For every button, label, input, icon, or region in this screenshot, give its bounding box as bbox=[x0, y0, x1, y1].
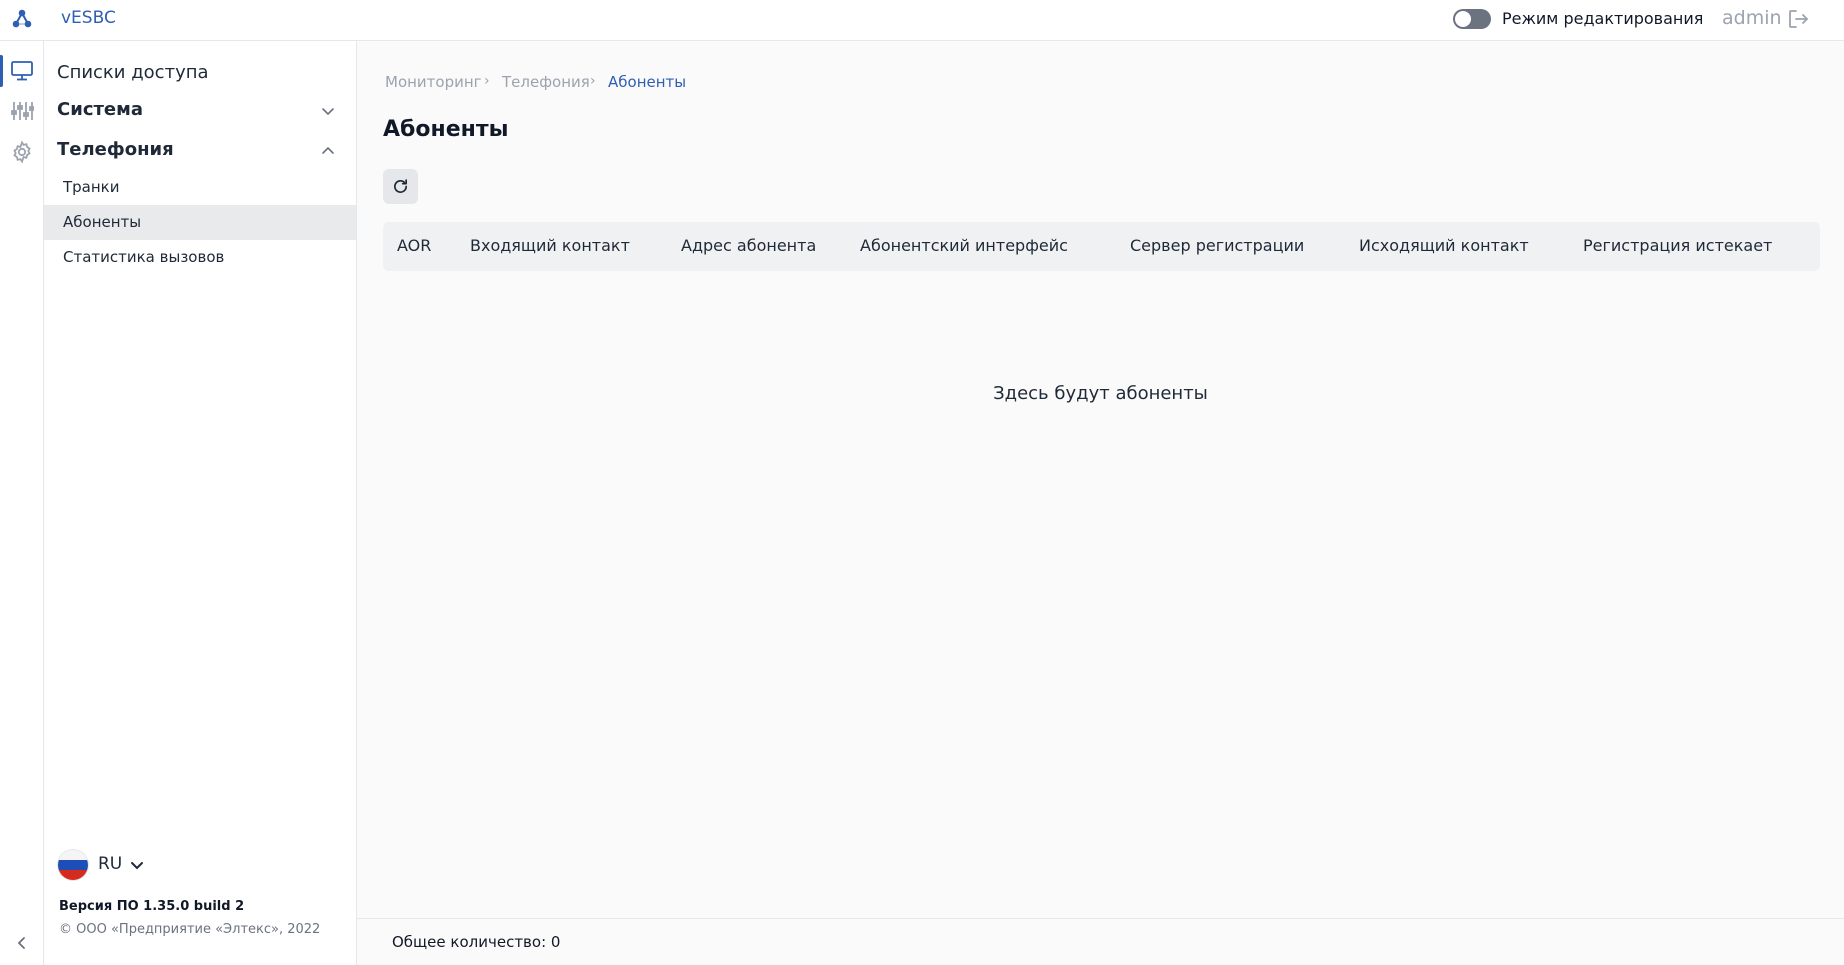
russia-flag-icon bbox=[58, 850, 88, 880]
sidebar-group-telephony[interactable]: Телефония bbox=[44, 135, 356, 167]
breadcrumb-separator-icon: › bbox=[484, 73, 490, 89]
language-label: RU bbox=[98, 854, 123, 874]
column-header-subscriber-interface[interactable]: Абонентский интерфейс bbox=[860, 236, 1068, 255]
rail-item-configuration[interactable] bbox=[0, 91, 44, 131]
chevron-up-icon bbox=[322, 146, 334, 154]
sidebar-item-access-lists[interactable]: Списки доступа bbox=[57, 62, 209, 83]
monitor-icon bbox=[11, 61, 33, 81]
language-selector[interactable]: RU bbox=[58, 850, 148, 880]
page-title: Абоненты bbox=[383, 117, 509, 142]
table-footer: Общее количество: 0 bbox=[357, 918, 1844, 965]
software-version: Версия ПО 1.35.0 build 2 bbox=[59, 899, 245, 914]
collapse-sidebar-icon[interactable] bbox=[13, 934, 31, 952]
edit-mode-label: Режим редактирования bbox=[1502, 9, 1704, 28]
total-count-label: Общее количество: bbox=[392, 933, 547, 951]
main-content: Мониторинг › Телефония › Абоненты Абонен… bbox=[357, 41, 1844, 965]
sidebar-item-label: Транки bbox=[63, 178, 120, 196]
column-header-subscriber-address[interactable]: Адрес абонента bbox=[681, 236, 816, 255]
copyright: © ООО «Предприятие «Элтекс», 2022 bbox=[59, 922, 321, 937]
column-header-registration-server[interactable]: Сервер регистрации bbox=[1130, 236, 1304, 255]
sidebar-item-call-statistics[interactable]: Статистика вызовов bbox=[44, 240, 356, 275]
toggle-knob bbox=[1455, 11, 1471, 27]
table-header: AOR Входящий контакт Адрес абонента Абон… bbox=[383, 222, 1820, 271]
refresh-icon bbox=[393, 179, 408, 193]
sidebar-group-system[interactable]: Система bbox=[44, 95, 356, 127]
top-bar: vESBC Режим редактирования admin bbox=[0, 0, 1844, 41]
edit-mode-toggle[interactable] bbox=[1453, 9, 1491, 29]
chevron-down-icon bbox=[322, 108, 334, 116]
rail-item-settings[interactable] bbox=[0, 131, 44, 171]
breadcrumb-subscribers: Абоненты bbox=[608, 73, 687, 91]
chevron-down-icon bbox=[131, 862, 143, 870]
column-header-incoming-contact[interactable]: Входящий контакт bbox=[470, 236, 630, 255]
total-count-value: 0 bbox=[550, 933, 561, 951]
app-logo-icon[interactable] bbox=[9, 6, 35, 32]
refresh-button[interactable] bbox=[383, 169, 418, 204]
breadcrumb-separator-icon: › bbox=[590, 73, 596, 89]
sidebar-item-trunks[interactable]: Транки bbox=[44, 170, 356, 205]
column-header-outgoing-contact[interactable]: Исходящий контакт bbox=[1359, 236, 1529, 255]
icon-rail bbox=[0, 41, 44, 965]
sidebar-item-label: Статистика вызовов bbox=[63, 248, 225, 266]
sidebar-group-label: Телефония bbox=[57, 139, 174, 160]
sliders-icon bbox=[11, 102, 34, 120]
app-title[interactable]: vESBC bbox=[61, 8, 116, 28]
column-header-registration-expires[interactable]: Регистрация истекает bbox=[1583, 236, 1772, 255]
user-name: admin bbox=[1722, 7, 1782, 29]
breadcrumb-telephony[interactable]: Телефония bbox=[502, 73, 590, 91]
sidebar-group-label: Система bbox=[57, 99, 143, 120]
empty-state-text: Здесь будут абоненты bbox=[993, 383, 1208, 404]
total-count: Общее количество: 0 bbox=[392, 933, 560, 951]
column-header-aor[interactable]: AOR bbox=[397, 236, 431, 255]
gear-icon bbox=[13, 140, 31, 164]
sidebar: Списки доступа Система Телефония Транки … bbox=[44, 41, 357, 965]
sidebar-footer: RU Версия ПО 1.35.0 build 2 © ООО «Предп… bbox=[44, 821, 356, 965]
rail-item-monitoring[interactable] bbox=[0, 51, 44, 91]
breadcrumb-monitoring[interactable]: Мониторинг bbox=[385, 73, 482, 91]
sidebar-item-subscribers[interactable]: Абоненты bbox=[44, 205, 356, 240]
sidebar-item-label: Абоненты bbox=[63, 213, 142, 231]
logout-icon[interactable] bbox=[1786, 7, 1810, 31]
